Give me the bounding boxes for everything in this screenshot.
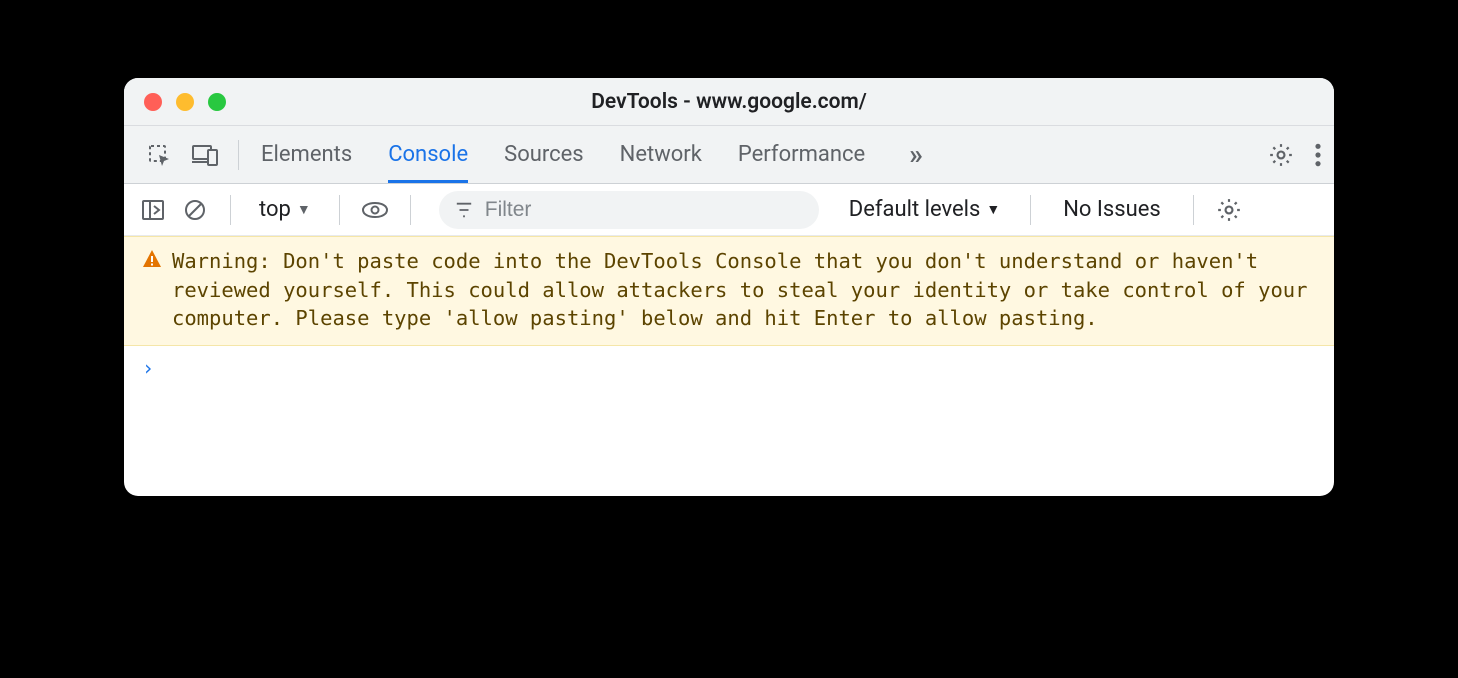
more-options-icon[interactable] bbox=[1314, 142, 1322, 168]
divider bbox=[1193, 195, 1194, 225]
live-expression-icon[interactable] bbox=[358, 193, 392, 227]
tab-console[interactable]: Console bbox=[388, 126, 468, 183]
console-body: Warning: Don't paste code into the DevTo… bbox=[124, 236, 1334, 496]
tab-performance[interactable]: Performance bbox=[738, 126, 865, 183]
warning-body: Don't paste code into the DevTools Conso… bbox=[172, 249, 1307, 330]
more-tabs-button[interactable]: » bbox=[901, 138, 931, 171]
maximize-window-button[interactable] bbox=[208, 93, 226, 111]
console-toolbar: top ▼ Default levels ▼ No Issues bbox=[124, 184, 1334, 236]
tab-elements[interactable]: Elements bbox=[261, 126, 352, 183]
divider bbox=[1030, 195, 1031, 225]
window-title: DevTools - www.google.com/ bbox=[124, 90, 1334, 114]
inspect-element-icon[interactable] bbox=[142, 138, 176, 172]
dropdown-triangle-icon: ▼ bbox=[297, 201, 311, 218]
settings-icon[interactable] bbox=[1268, 142, 1294, 168]
context-selector[interactable]: top ▼ bbox=[249, 197, 321, 222]
minimize-window-button[interactable] bbox=[176, 93, 194, 111]
sidebar-toggle-icon[interactable] bbox=[136, 193, 170, 227]
filter-box[interactable] bbox=[439, 191, 819, 229]
filter-input[interactable] bbox=[485, 198, 803, 222]
traffic-lights bbox=[124, 93, 226, 111]
issues-label[interactable]: No Issues bbox=[1049, 197, 1175, 222]
console-settings-icon[interactable] bbox=[1216, 197, 1242, 223]
console-prompt[interactable]: › bbox=[124, 346, 1334, 390]
log-levels-selector[interactable]: Default levels ▼ bbox=[837, 197, 1012, 222]
divider bbox=[238, 140, 239, 170]
device-toolbar-icon[interactable] bbox=[188, 138, 222, 172]
levels-label: Default levels bbox=[849, 197, 981, 222]
warning-icon bbox=[142, 249, 162, 333]
tab-sources[interactable]: Sources bbox=[504, 126, 584, 183]
tabs: Elements Console Sources Network Perform… bbox=[261, 126, 931, 183]
close-window-button[interactable] bbox=[144, 93, 162, 111]
warning-text: Warning: Don't paste code into the DevTo… bbox=[172, 247, 1316, 333]
clear-console-icon[interactable] bbox=[178, 193, 212, 227]
dropdown-triangle-icon: ▼ bbox=[986, 201, 1000, 218]
warning-label: Warning: bbox=[172, 249, 271, 273]
divider bbox=[230, 195, 231, 225]
filter-icon bbox=[455, 201, 473, 219]
tabbar: Elements Console Sources Network Perform… bbox=[124, 126, 1334, 184]
tab-network[interactable]: Network bbox=[620, 126, 702, 183]
divider bbox=[339, 195, 340, 225]
warning-message: Warning: Don't paste code into the DevTo… bbox=[124, 236, 1334, 346]
context-label: top bbox=[259, 197, 291, 222]
devtools-window: DevTools - www.google.com/ Elements Cons… bbox=[124, 78, 1334, 496]
prompt-chevron-icon: › bbox=[142, 356, 154, 380]
titlebar: DevTools - www.google.com/ bbox=[124, 78, 1334, 126]
divider bbox=[410, 195, 411, 225]
